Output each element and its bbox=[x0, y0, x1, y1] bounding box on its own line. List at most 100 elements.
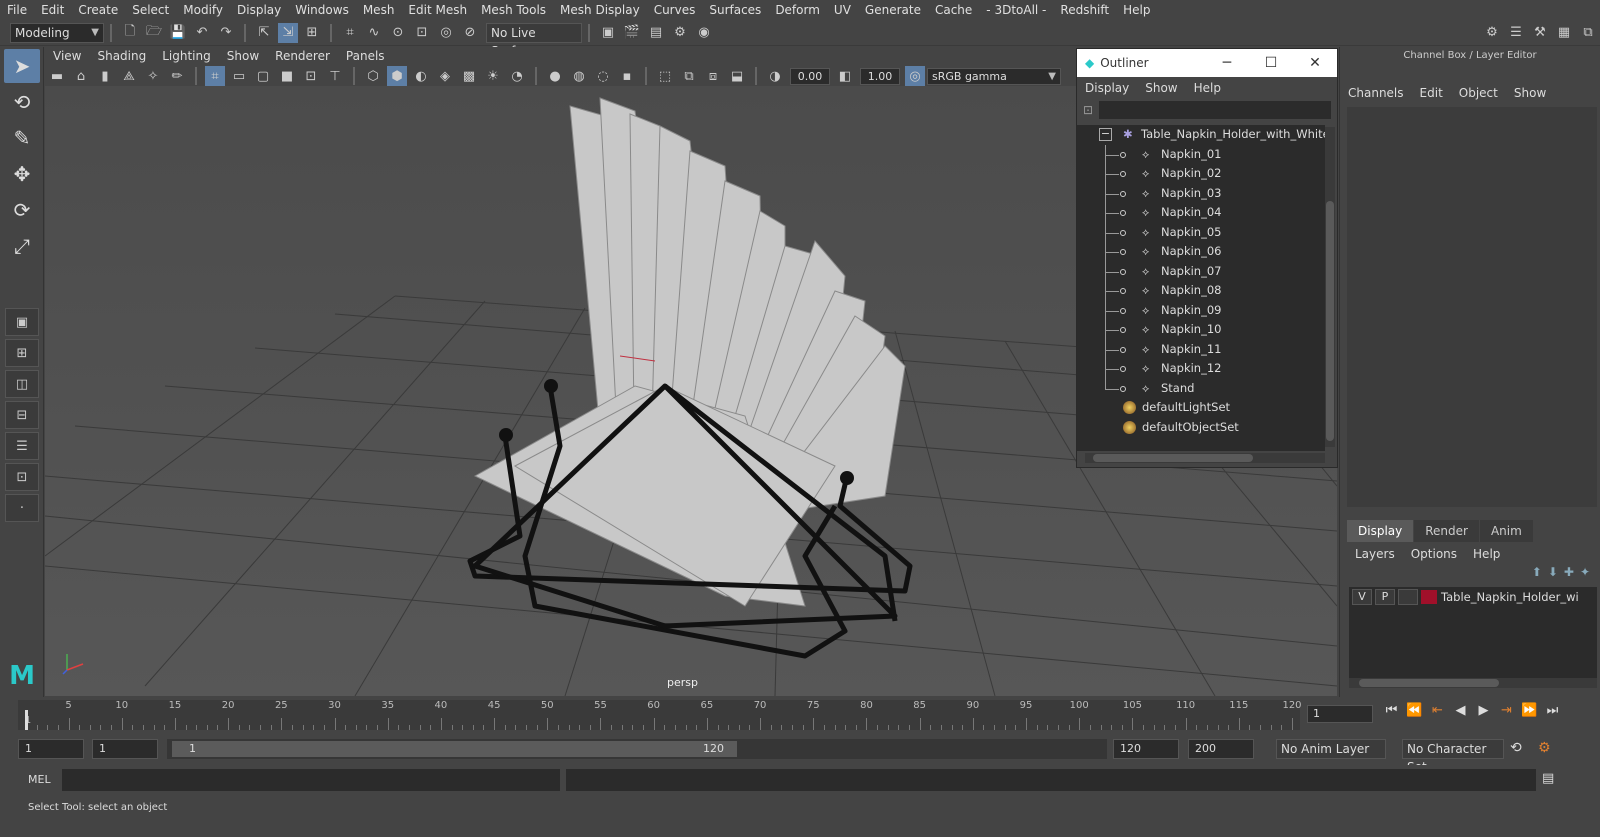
screen-space-ao-icon[interactable]: ● bbox=[545, 66, 565, 86]
outliner-item[interactable]: ⟡ Napkin_11 bbox=[1077, 339, 1325, 360]
four-pane-layout-icon[interactable]: ⊞ bbox=[5, 339, 39, 367]
outliner-item[interactable]: ⟡ Napkin_02 bbox=[1077, 164, 1325, 184]
layer-menu-layers[interactable]: Layers bbox=[1347, 543, 1403, 565]
step-forward-frame-icon[interactable]: ⇥ bbox=[1495, 703, 1518, 718]
time-ruler[interactable]: 5 10 15 20 25 30 35 40 45 50 55 60 65 70 75 80 85 90 95 100… bbox=[18, 700, 1302, 730]
scale-tool-icon[interactable]: ⤢ bbox=[4, 229, 40, 263]
menu-edit-mesh[interactable]: Edit Mesh bbox=[401, 0, 474, 20]
grease-pencil-icon[interactable]: ✏ bbox=[167, 66, 187, 86]
move-layer-up-icon[interactable]: ⬆ bbox=[1532, 565, 1542, 579]
workspace-icon[interactable]: ⚙ bbox=[1482, 23, 1502, 43]
outliner-layout-icon[interactable]: ☰ bbox=[5, 432, 39, 460]
use-default-material-icon[interactable]: ◐ bbox=[411, 66, 431, 86]
menu-display[interactable]: Display bbox=[230, 0, 288, 20]
snap-grid-icon[interactable]: ⌗ bbox=[340, 23, 360, 43]
lights-icon[interactable]: ☀ bbox=[483, 66, 503, 86]
snap-view-icon[interactable]: ⊡ bbox=[412, 23, 432, 43]
menu-deform[interactable]: Deform bbox=[768, 0, 827, 20]
anti-aliasing-icon[interactable]: ◌ bbox=[593, 66, 613, 86]
go-to-start-icon[interactable]: ⏮ bbox=[1380, 703, 1403, 718]
layer-row[interactable]: V P Table_Napkin_Holder_wi bbox=[1349, 587, 1597, 607]
menu-redshift[interactable]: Redshift bbox=[1053, 0, 1116, 20]
bookmark-icon[interactable]: ▮ bbox=[95, 66, 115, 86]
menu-generate[interactable]: Generate bbox=[858, 0, 928, 20]
layer-display-type[interactable] bbox=[1398, 589, 1418, 605]
start-time-field[interactable]: 1 bbox=[18, 739, 84, 759]
undo-icon[interactable]: ↶ bbox=[192, 23, 212, 43]
single-pane-layout-icon[interactable]: ▣ bbox=[5, 308, 39, 336]
step-back-frame-icon[interactable]: ⇤ bbox=[1426, 703, 1449, 718]
paint-select-tool-icon[interactable]: ✎ bbox=[4, 121, 40, 155]
viewport-menu-renderer[interactable]: Renderer bbox=[267, 47, 338, 66]
select-camera-icon[interactable]: ▬ bbox=[47, 66, 67, 86]
mode-selector[interactable]: Modeling ▼ bbox=[10, 22, 104, 43]
viewport-menu-shading[interactable]: Shading bbox=[89, 47, 154, 66]
layout-more-icon[interactable]: · bbox=[5, 494, 39, 522]
xray-icon[interactable]: ⧉ bbox=[679, 66, 699, 86]
grid-icon[interactable]: ⌗ bbox=[205, 66, 225, 86]
viewport-menu-view[interactable]: View bbox=[45, 47, 89, 66]
script-editor-icon[interactable]: ▤ bbox=[1542, 771, 1554, 786]
menu-mesh-tools[interactable]: Mesh Tools bbox=[474, 0, 553, 20]
new-layer-selected-icon[interactable]: ✦ bbox=[1580, 565, 1590, 579]
outliner-item[interactable]: ⟡ Napkin_05 bbox=[1077, 222, 1325, 243]
rotate-tool-icon[interactable]: ⟳ bbox=[4, 193, 40, 227]
viewport-menu-panels[interactable]: Panels bbox=[338, 47, 393, 66]
layer-tab-display[interactable]: Display bbox=[1347, 520, 1414, 542]
two-pane-layout-icon[interactable]: ◫ bbox=[5, 370, 39, 398]
playback-start-field[interactable]: 1 bbox=[92, 739, 158, 759]
safe-action-icon[interactable]: ⊤ bbox=[325, 66, 345, 86]
tool-settings-icon[interactable]: ⚒ bbox=[1530, 23, 1550, 43]
depth-of-field-icon[interactable]: ▪ bbox=[617, 66, 637, 86]
viewport-menu-show[interactable]: Show bbox=[219, 47, 267, 66]
end-time-field[interactable]: 200 bbox=[1188, 739, 1254, 759]
viewport-menu-lighting[interactable]: Lighting bbox=[154, 47, 219, 66]
move-tool-icon[interactable]: ✥ bbox=[4, 157, 40, 191]
film-gate-icon[interactable]: ▭ bbox=[229, 66, 249, 86]
menu-3dtoall[interactable]: - 3DtoAll - bbox=[979, 0, 1053, 20]
current-time-indicator[interactable] bbox=[25, 710, 28, 730]
isolate-select-icon[interactable]: ⬚ bbox=[655, 66, 675, 86]
select-object-icon[interactable]: ⇲ bbox=[278, 22, 298, 43]
layer-tab-anim[interactable]: Anim bbox=[1479, 520, 1533, 542]
range-slider[interactable]: 1 120 bbox=[167, 739, 1107, 759]
minimize-icon[interactable]: ─ bbox=[1205, 55, 1249, 71]
menu-file[interactable]: File bbox=[0, 0, 34, 20]
outliner-item[interactable]: ⟡ Napkin_09 bbox=[1077, 300, 1325, 321]
live-surface-field[interactable]: No Live Surface bbox=[486, 22, 582, 58]
select-tool-icon[interactable]: ➤ bbox=[4, 49, 40, 83]
layer-tab-render[interactable]: Render bbox=[1414, 520, 1479, 542]
resolution-gate-icon[interactable]: ▢ bbox=[253, 66, 273, 86]
menu-cache[interactable]: Cache bbox=[928, 0, 979, 20]
render-current-icon[interactable]: 🎬 bbox=[622, 23, 642, 43]
outliner-menu-show[interactable]: Show bbox=[1137, 77, 1185, 99]
menu-help[interactable]: Help bbox=[1116, 0, 1157, 20]
outliner-item[interactable]: ⟡ Stand bbox=[1077, 378, 1325, 399]
outliner-item-root[interactable]: − ✱ Table_Napkin_Holder_with_White_N bbox=[1077, 125, 1325, 145]
outliner-item[interactable]: ⟡ Napkin_03 bbox=[1077, 183, 1325, 204]
menu-curves[interactable]: Curves bbox=[647, 0, 703, 20]
outliner-set-item[interactable]: defaultObjectSet bbox=[1077, 418, 1325, 438]
open-scene-icon[interactable]: 🗁 bbox=[144, 23, 164, 43]
menu-edit[interactable]: Edit bbox=[34, 0, 71, 20]
maximize-icon[interactable]: ☐ bbox=[1249, 55, 1293, 71]
move-layer-down-icon[interactable]: ⬇ bbox=[1548, 565, 1558, 579]
channel-box-menu-show[interactable]: Show bbox=[1506, 81, 1554, 105]
smooth-shade-icon[interactable]: ⬢ bbox=[387, 66, 407, 86]
outliner-vertical-scrollbar[interactable] bbox=[1325, 127, 1335, 447]
menu-modify[interactable]: Modify bbox=[176, 0, 230, 20]
modeling-toolkit-icon[interactable]: ⧉ bbox=[1578, 23, 1598, 43]
snap-curve-icon[interactable]: ∿ bbox=[364, 23, 384, 43]
menu-surfaces[interactable]: Surfaces bbox=[702, 0, 768, 20]
ipr-render-icon[interactable]: ▤ bbox=[646, 23, 666, 43]
channel-box-menu-channels[interactable]: Channels bbox=[1340, 81, 1412, 105]
graph-layout-icon[interactable]: ⊟ bbox=[5, 401, 39, 429]
step-forward-key-icon[interactable]: ⏩ bbox=[1518, 703, 1541, 718]
command-input[interactable] bbox=[62, 769, 560, 791]
anim-layer-dropdown[interactable]: No Anim Layer bbox=[1276, 739, 1386, 759]
outliner-item[interactable]: ⟡ Napkin_10 bbox=[1077, 320, 1325, 340]
go-to-end-icon[interactable]: ⏭ bbox=[1541, 703, 1564, 718]
gate-mask-icon[interactable]: ■ bbox=[277, 66, 297, 86]
motion-blur-icon[interactable]: ◍ bbox=[569, 66, 589, 86]
layer-playback-toggle[interactable]: P bbox=[1375, 589, 1395, 605]
